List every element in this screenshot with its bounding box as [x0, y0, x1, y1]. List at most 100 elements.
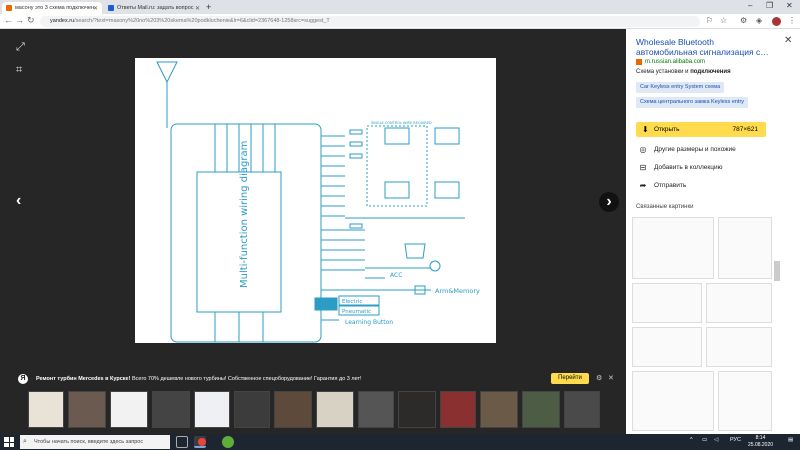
thumbnail[interactable]	[316, 391, 354, 428]
related-image[interactable]	[632, 283, 702, 323]
diagram-side-label: Multi-function wiring diagram	[239, 141, 250, 288]
thumbnail[interactable]	[194, 391, 230, 428]
ad-go-button[interactable]: Перейти	[551, 373, 589, 384]
back-icon[interactable]: ←	[4, 15, 13, 25]
ad-title: Ремонт турбин Mercedes в Курске!	[36, 376, 131, 382]
open-button[interactable]: ⬇ Открыть 787×621	[636, 122, 766, 137]
thumbnail[interactable]	[564, 391, 600, 428]
tray-chevron-icon[interactable]: ^	[690, 437, 693, 443]
app-icon[interactable]	[222, 436, 234, 448]
close-tab-icon[interactable]: ✕	[93, 5, 98, 12]
tag-button[interactable]: Схема центрального замка Keyless entry	[636, 97, 749, 108]
reload-icon[interactable]: ↻	[27, 15, 35, 26]
related-image[interactable]	[706, 327, 772, 367]
forward-icon[interactable]: →	[15, 15, 24, 25]
tag-button[interactable]: Car Keyless entry System схема	[636, 82, 725, 93]
action-other-sizes[interactable]: ◎ Другие размеры и похожие	[638, 145, 736, 154]
menu-icon[interactable]: ⋮	[788, 16, 796, 25]
lock-title-label: SINGLE CONTROL WIRE REQUIRED	[371, 121, 432, 125]
close-window-icon[interactable]: ✕	[786, 1, 793, 10]
learning-button-label: Learning Button	[345, 319, 393, 326]
close-viewer-icon[interactable]: ✕	[784, 35, 792, 46]
action-add-collection[interactable]: ⊟ Добавить в коллекцию	[638, 163, 723, 172]
action-label: Отправить	[654, 182, 687, 189]
search-placeholder: Чтобы начать поиск, введите здесь запрос	[34, 439, 144, 445]
ad-close-icon[interactable]: ✕	[608, 374, 614, 382]
language-indicator[interactable]: РУС	[730, 437, 741, 443]
translate-icon[interactable]: ⚐	[706, 16, 713, 25]
mailru-favicon-icon	[108, 5, 114, 11]
yandex-favicon-icon	[6, 5, 12, 11]
main-image[interactable]: Multi-function wiring diagram ACC Arm&Me…	[135, 58, 496, 343]
thumbnail[interactable]	[358, 391, 394, 428]
tab-mailru[interactable]: Ответы Mail.ru: задать вопрос ✕	[104, 2, 204, 14]
related-image[interactable]	[632, 327, 702, 367]
action-label: Другие размеры и похожие	[654, 146, 736, 153]
scrollbar[interactable]	[774, 261, 780, 281]
source-favicon-icon	[636, 59, 642, 65]
avatar[interactable]	[772, 17, 781, 26]
ad-settings-icon[interactable]: ⚙	[596, 374, 602, 382]
thumbnail[interactable]	[234, 391, 270, 428]
pneumatic-label: Pneumatic	[342, 309, 371, 315]
related-image[interactable]	[706, 283, 772, 323]
thumbnail[interactable]	[274, 391, 312, 428]
crop-icon[interactable]: ⌗	[16, 64, 22, 77]
related-image[interactable]	[718, 217, 772, 279]
ad-banner: Я Ремонт турбин Mercedes в Курске! Всего…	[0, 370, 626, 388]
thumbnail[interactable]	[110, 391, 148, 428]
wiring-diagram: Multi-function wiring diagram ACC Arm&Me…	[156, 61, 480, 343]
thumbnail[interactable]	[440, 391, 476, 428]
desc-bold: подключения	[690, 69, 731, 75]
bookmark-star-icon[interactable]: ☆	[720, 16, 727, 25]
ad-text[interactable]: Ремонт турбин Mercedes в Курске! Всего 7…	[36, 376, 362, 382]
thumbnail[interactable]	[152, 391, 190, 428]
taskbar: ⌕ Чтобы начать поиск, введите здесь запр…	[0, 434, 800, 450]
acc-label: ACC	[390, 272, 402, 279]
url-host: yandex.ru	[50, 18, 75, 24]
thumbnail[interactable]	[398, 391, 436, 428]
fullscreen-icon[interactable]: ⤢	[16, 41, 25, 54]
prev-image-icon[interactable]: ‹	[16, 192, 21, 210]
clock[interactable]: 8:14 25.08.2020	[748, 435, 773, 449]
chrome-logo	[198, 438, 206, 446]
notifications-icon[interactable]: ▤	[788, 437, 793, 443]
related-image[interactable]	[632, 371, 714, 431]
tab-bar: масону это 3 схема подключен ✕ Ответы Ma…	[0, 0, 800, 14]
source-link[interactable]: m.russian.alibaba.com	[636, 59, 705, 65]
new-tab-button[interactable]: +	[206, 2, 211, 12]
arm-memory-label: Arm&Memory	[435, 287, 480, 295]
source-domain: m.russian.alibaba.com	[645, 59, 706, 65]
close-tab-icon[interactable]: ✕	[195, 5, 200, 12]
network-icon[interactable]: ▭	[702, 437, 707, 443]
windows-start-icon[interactable]	[4, 437, 14, 447]
next-image-icon[interactable]: ›	[599, 192, 619, 212]
clock-date: 25.08.2020	[748, 442, 774, 448]
volume-icon[interactable]: ◁	[714, 437, 718, 443]
related-image[interactable]	[632, 217, 714, 279]
extension-icon[interactable]: ⚙	[740, 16, 747, 25]
ad-body: Всего 70% дешевле нового турбины! Собств…	[130, 376, 362, 382]
url-path: /search/?text=masony%20no%203%20skema%20…	[74, 18, 330, 24]
yandex-ad-icon: Я	[18, 374, 28, 384]
action-share[interactable]: ➦ Отправить	[638, 181, 687, 190]
extension2-icon[interactable]: ◈	[756, 16, 762, 25]
taskbar-search[interactable]: ⌕ Чтобы начать поиск, введите здесь запр…	[20, 435, 170, 449]
thumbnail[interactable]	[480, 391, 518, 428]
electric-label: Electric	[342, 299, 362, 305]
thumbnail[interactable]	[28, 391, 64, 428]
address-bar[interactable]: yandex.ru/search/?text=masony%20no%203%2…	[40, 16, 700, 27]
tab-yandex[interactable]: масону это 3 схема подключен ✕	[2, 2, 102, 14]
task-view-icon[interactable]	[176, 436, 188, 448]
related-image[interactable]	[718, 371, 772, 431]
maximize-icon[interactable]: ❐	[766, 1, 773, 10]
open-label: Открыть	[654, 126, 680, 133]
desc-text: Схема установки и	[636, 69, 691, 75]
thumbnail[interactable]	[522, 391, 560, 428]
action-label: Добавить в коллекцию	[654, 164, 723, 171]
minimize-icon[interactable]: –	[748, 1, 752, 10]
share-icon: ➦	[639, 181, 647, 190]
thumbnail[interactable]	[68, 391, 106, 428]
image-title-link[interactable]: Wholesale Bluetooth автомобильная сигнал…	[636, 37, 776, 57]
info-panel: Wholesale Bluetooth автомобильная сигнал…	[626, 29, 800, 434]
